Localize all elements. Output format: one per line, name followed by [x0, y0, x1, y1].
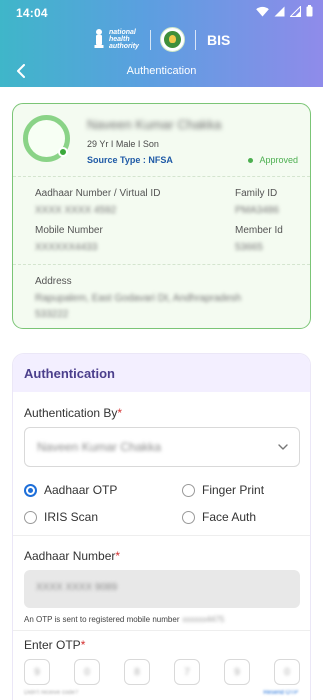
logo-divider	[150, 30, 151, 50]
radio-face-auth[interactable]: Face Auth	[182, 510, 256, 524]
status-icons	[256, 5, 313, 17]
status-label: Approved	[259, 155, 298, 165]
page-title: Authentication	[126, 65, 197, 77]
beneficiary-card: Naveen Kumar Chakka 29 Yr I Male I Son S…	[12, 103, 311, 329]
signal-icon	[274, 6, 285, 16]
nha-wordmark: national health authority	[109, 28, 139, 50]
address-line-1: Rapupalem, East Godavari Dt, Andhraprade…	[35, 293, 242, 304]
otp-digit-input[interactable]: 7	[174, 659, 200, 685]
address-label: Address	[35, 276, 72, 287]
seal-logo	[160, 27, 185, 52]
mobile-value: XXXXXX4433	[35, 242, 98, 253]
family-id-value: PMA3486	[235, 205, 279, 216]
otp-not-received-text: Didn't receive code?	[24, 690, 79, 696]
source-type: Source Type : NFSA	[87, 155, 173, 165]
member-id-value: 53665	[235, 242, 263, 253]
card-divider	[13, 176, 310, 177]
chevron-down-icon	[278, 444, 288, 450]
radio-unselected-icon	[182, 483, 195, 497]
beneficiary-meta: 29 Yr I Male I Son	[87, 139, 159, 149]
app-header: 14:04 national health authority BIS Auth…	[0, 0, 323, 87]
online-status-dot	[58, 147, 68, 157]
battery-icon	[306, 5, 313, 17]
aadhaar-number-label: Aadhaar Number*	[24, 549, 121, 563]
auth-panel-header: Authentication	[13, 354, 310, 392]
authentication-panel: Authentication Authentication By* Naveen…	[12, 353, 311, 700]
radio-unselected-icon	[24, 510, 37, 524]
status-dot-icon	[248, 157, 254, 163]
avatar	[23, 115, 70, 162]
address-line-2: 533222	[35, 309, 69, 320]
enter-otp-label: Enter OTP*	[24, 638, 86, 652]
signal-icon	[290, 5, 301, 17]
status-bar: 14:04	[0, 0, 323, 24]
resend-otp-link[interactable]: Resend OTP	[263, 690, 298, 696]
family-id-label: Family ID	[235, 188, 278, 199]
radio-selected-icon	[24, 483, 37, 497]
otp-digit-input[interactable]: 0	[74, 659, 100, 685]
section-divider	[13, 630, 310, 631]
aadhaar-number-field[interactable]: XXXX XXXX 9089	[24, 570, 300, 608]
otp-input-group: 9 0 8 7 9 0	[24, 659, 300, 685]
otp-digit-input[interactable]: 8	[124, 659, 150, 685]
status-time: 14:04	[16, 6, 48, 20]
aadhaar-number-value: XXXX XXXX 9089	[36, 582, 118, 593]
radio-aadhaar-otp[interactable]: Aadhaar OTP	[24, 483, 117, 497]
otp-digit-input[interactable]: 9	[224, 659, 250, 685]
beneficiary-name: Naveen Kumar Chakka	[87, 117, 222, 132]
otp-digit-input[interactable]: 9	[24, 659, 50, 685]
otp-sent-note: An OTP is sent to registered mobile numb…	[24, 615, 225, 624]
nav-bar: Authentication	[0, 58, 323, 84]
radio-unselected-icon	[182, 510, 195, 524]
member-select-value: Naveen Kumar Chakka	[37, 440, 162, 454]
card-divider	[13, 264, 310, 265]
otp-digit-input[interactable]: 0	[274, 659, 300, 685]
brand-label: BIS	[207, 32, 231, 48]
logo-divider	[195, 30, 196, 50]
logo-row: national health authority BIS	[0, 26, 323, 54]
emblem-icon	[94, 29, 104, 48]
status-badge: Approved	[248, 155, 298, 165]
section-divider	[13, 535, 310, 536]
wifi-icon	[256, 6, 269, 16]
member-select[interactable]: Naveen Kumar Chakka	[24, 427, 300, 467]
auth-title: Authentication	[24, 366, 115, 381]
member-id-label: Member Id	[235, 225, 283, 236]
nha-logo: national health authority	[93, 28, 139, 50]
aadhaar-value: XXXX XXXX 4592	[35, 205, 117, 216]
radio-finger-print[interactable]: Finger Print	[182, 483, 264, 497]
auth-by-label: Authentication By*	[24, 406, 123, 420]
mobile-label: Mobile Number	[35, 225, 103, 236]
radio-iris-scan[interactable]: IRIS Scan	[24, 510, 98, 524]
aadhaar-label: Aadhaar Number / Virtual ID	[35, 188, 161, 199]
